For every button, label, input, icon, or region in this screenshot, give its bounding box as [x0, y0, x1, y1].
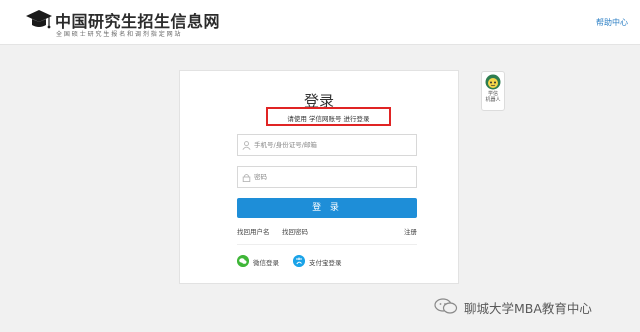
wechat-login-label: 微信登录 [253, 259, 279, 267]
site-subtitle: 全国硕士研究生报名和调剂指定网站 [56, 31, 183, 38]
graduation-cap-icon [26, 10, 52, 29]
wechat-login-button[interactable]: 微信登录 [237, 255, 289, 269]
help-center-link[interactable]: 帮助中心 [596, 17, 628, 28]
robot-icon [485, 74, 501, 90]
login-panel: 登录 请使用 学信网账号 进行登录 登 录 找回用户名 找回密码 注册 微信登录 [179, 70, 459, 284]
alipay-icon [293, 255, 305, 267]
account-links: 找回用户名 找回密码 注册 [237, 226, 417, 238]
watermark-text: 聊城大学MBA教育中心 [464, 301, 592, 316]
top-header: 中国研究生招生信息网 全国硕士研究生报名和调剂指定网站 帮助中心 [0, 0, 640, 45]
robot-label: 学信 机器人 [482, 91, 504, 103]
robot-label-line2: 机器人 [485, 97, 501, 103]
register-link[interactable]: 注册 [404, 226, 417, 236]
password-field[interactable] [237, 166, 417, 188]
password-input[interactable] [254, 167, 414, 187]
login-notice-text: 请使用 学信网账号 进行登录 [287, 115, 370, 123]
lock-icon [242, 173, 251, 182]
alipay-login-button[interactable]: 支付宝登录 [293, 255, 355, 269]
login-notice-box: 请使用 学信网账号 进行登录 [266, 107, 391, 126]
recover-password-link[interactable]: 找回密码 [282, 226, 308, 236]
user-icon [242, 141, 251, 150]
chat-robot-widget[interactable]: 学信 机器人 [481, 71, 505, 111]
divider [237, 244, 417, 245]
recover-username-link[interactable]: 找回用户名 [237, 226, 270, 236]
wechat-watermark-icon [434, 298, 458, 314]
username-field[interactable] [237, 134, 417, 156]
login-button[interactable]: 登 录 [237, 198, 417, 218]
alipay-login-label: 支付宝登录 [309, 259, 342, 267]
wechat-icon [237, 255, 249, 267]
username-input[interactable] [254, 135, 414, 155]
